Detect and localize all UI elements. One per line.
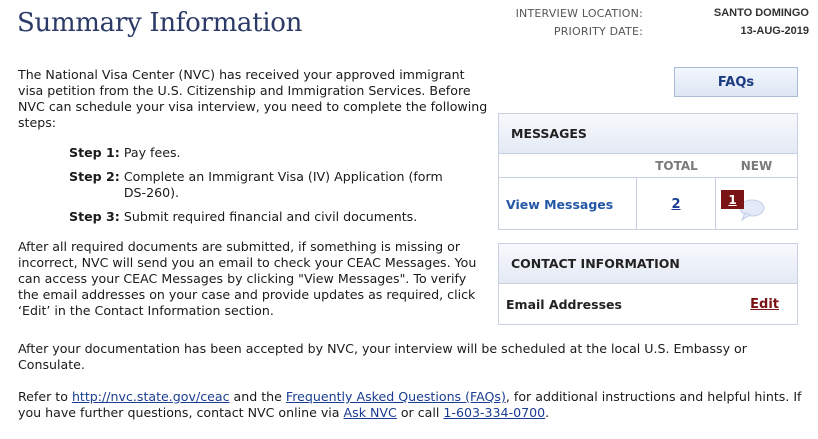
email-addresses-label: Email Addresses: [506, 297, 622, 312]
view-messages-link[interactable]: View Messages: [499, 178, 637, 230]
priority-date-label: PRIORITY DATE:: [553, 24, 643, 38]
refer-paragraph: Refer to http://nvc.state.gov/ceac and t…: [18, 389, 808, 421]
intro-paragraph: The National Visa Center (NVC) has recei…: [18, 67, 488, 130]
faq-link[interactable]: Frequently Asked Questions (FAQs): [286, 389, 506, 404]
step-text: Pay fees.: [123, 145, 181, 160]
edit-email-link[interactable]: Edit: [750, 297, 779, 312]
instructions-section: The National Visa Center (NVC) has recei…: [18, 67, 488, 319]
refer-mid-text: and the: [229, 389, 286, 404]
accepted-paragraph: After your documentation has been accept…: [18, 341, 747, 372]
contact-information-box: CONTACT INFORMATION Email Addresses Edit: [498, 243, 798, 325]
step-label: Step 3:: [69, 209, 120, 224]
messages-row: View Messages 2 1: [499, 178, 797, 230]
steps-list: Step 1: Pay fees. Step 2: Complete an Im…: [69, 145, 488, 225]
new-messages-badge[interactable]: 1: [721, 190, 744, 209]
messages-column-headers: TOTAL NEW: [499, 154, 797, 178]
priority-date-value: 13-AUG-2019: [740, 25, 809, 37]
refer-or-call-text: or call: [396, 405, 444, 420]
step-label: Step 1:: [69, 145, 120, 160]
ask-nvc-link[interactable]: Ask NVC: [344, 405, 397, 420]
messages-header: MESSAGES: [499, 114, 797, 154]
total-column-header: TOTAL: [655, 158, 698, 173]
faqs-button[interactable]: FAQs: [674, 67, 798, 97]
email-addresses-row: Email Addresses Edit: [499, 284, 797, 325]
total-cell: 2: [637, 178, 716, 230]
phone-link[interactable]: 1-603-334-0700: [443, 405, 545, 420]
interview-location-label: INTERVIEW LOCATION:: [515, 6, 643, 20]
interview-location-value: SANTO DOMINGO: [713, 7, 809, 19]
messages-box: MESSAGES TOTAL NEW View Messages 2 1: [498, 113, 798, 230]
step-label: Step 2:: [69, 169, 120, 184]
step-text: Complete an Immigrant Visa (IV) Applicat…: [123, 169, 443, 200]
total-messages-link[interactable]: 2: [671, 197, 680, 212]
new-cell: 1: [716, 178, 797, 230]
ceac-link[interactable]: http://nvc.state.gov/ceac: [72, 389, 230, 404]
page-title: Summary Information: [17, 8, 303, 38]
refer-prefix-text: Refer to: [18, 389, 72, 404]
interview-location-row: INTERVIEW LOCATION: SANTO DOMINGO: [470, 4, 810, 22]
priority-date-row: PRIORITY DATE: 13-AUG-2019: [470, 22, 810, 40]
step-text: Submit required financial and civil docu…: [123, 209, 418, 224]
step-item: Step 3: Submit required financial and ci…: [69, 209, 488, 225]
case-info-panel: INTERVIEW LOCATION: SANTO DOMINGO PRIORI…: [470, 4, 810, 40]
after-docs-paragraph: After all required documents are submitt…: [18, 239, 477, 318]
refer-end-text: .: [545, 405, 550, 420]
contact-header: CONTACT INFORMATION: [499, 244, 797, 284]
new-column-header: NEW: [740, 158, 773, 173]
step-item: Step 1: Pay fees.: [69, 145, 488, 161]
step-item: Step 2: Complete an Immigrant Visa (IV) …: [69, 169, 488, 201]
